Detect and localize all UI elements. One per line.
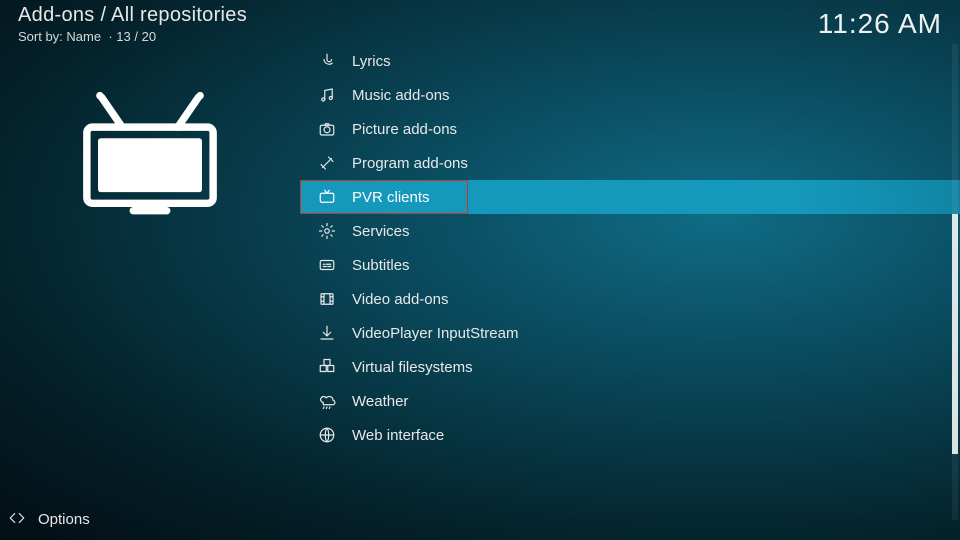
film-icon [316, 290, 338, 308]
tv-illustration-icon [75, 90, 225, 220]
category-row-program-add-ons[interactable]: Program add-ons [300, 146, 960, 180]
category-label: PVR clients [352, 189, 430, 206]
category-row-lyrics[interactable]: Lyrics [300, 44, 960, 78]
sort-line: Sort by: Name · 13 / 20 [18, 29, 247, 44]
side-panel [0, 0, 300, 540]
category-row-virtual-filesystems[interactable]: Virtual filesystems [300, 350, 960, 384]
mic-icon [316, 52, 338, 70]
category-row-pvr-clients[interactable]: PVR clients [300, 180, 960, 214]
options-button[interactable]: Options [8, 509, 90, 530]
weather-icon [316, 392, 338, 410]
category-label: Picture add-ons [352, 121, 457, 138]
tools-icon [316, 154, 338, 172]
music-icon [316, 86, 338, 104]
category-row-services[interactable]: Services [300, 214, 960, 248]
sort-field: Name [66, 29, 101, 44]
scrollbar-thumb[interactable] [952, 214, 958, 454]
camera-icon [316, 120, 338, 138]
options-arrow-icon [8, 509, 26, 530]
category-list: Lyrics Music add-ons Picture add-ons Progra… [300, 0, 960, 540]
category-label: Video add-ons [352, 291, 448, 308]
list-position: 13 / 20 [116, 29, 156, 44]
category-label: Web interface [352, 427, 444, 444]
subtitle-icon [316, 256, 338, 274]
category-label: Lyrics [352, 53, 391, 70]
category-row-videoplayer-inputstream[interactable]: VideoPlayer InputStream [300, 316, 960, 350]
sort-prefix: Sort by: [18, 29, 66, 44]
header: Add-ons / All repositories Sort by: Name… [18, 4, 247, 44]
category-label: Music add-ons [352, 87, 450, 104]
category-row-music-add-ons[interactable]: Music add-ons [300, 78, 960, 112]
category-label: Virtual filesystems [352, 359, 473, 376]
category-row-video-add-ons[interactable]: Video add-ons [300, 282, 960, 316]
category-row-web-interface[interactable]: Web interface [300, 418, 960, 452]
globe-icon [316, 426, 338, 444]
breadcrumb: Add-ons / All repositories [18, 4, 247, 27]
tv-icon [316, 188, 338, 206]
category-label: VideoPlayer InputStream [352, 325, 519, 342]
category-label: Weather [352, 393, 408, 410]
category-row-weather[interactable]: Weather [300, 384, 960, 418]
category-row-picture-add-ons[interactable]: Picture add-ons [300, 112, 960, 146]
category-artwork [0, 90, 300, 220]
category-row-subtitles[interactable]: Subtitles [300, 248, 960, 282]
boxes-icon [316, 358, 338, 376]
category-label: Services [352, 223, 410, 240]
category-label: Program add-ons [352, 155, 468, 172]
options-label: Options [38, 511, 90, 528]
download-icon [316, 324, 338, 342]
category-label: Subtitles [352, 257, 410, 274]
gear-icon [316, 222, 338, 240]
